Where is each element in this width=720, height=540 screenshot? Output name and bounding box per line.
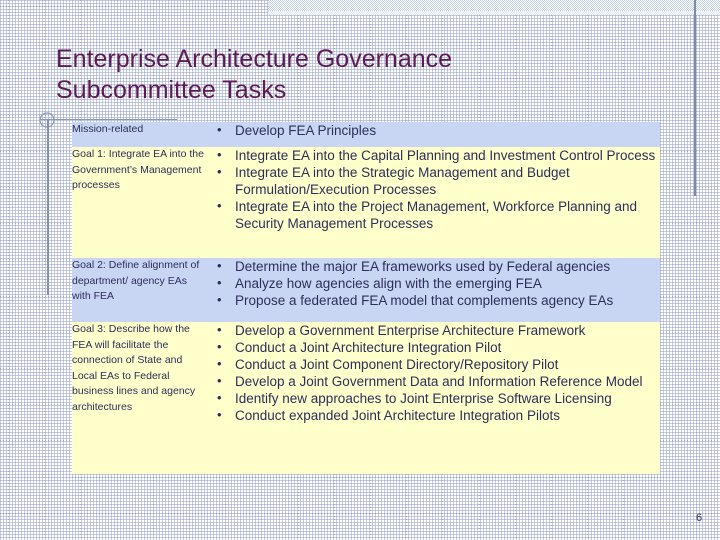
table-row: Goal 3: Describe how the FEA will facili… [72,321,660,474]
table-row: Goal 2: Define alignment of department/ … [72,257,660,322]
list-item: Integrate EA into the Strategic Manageme… [207,163,660,198]
tasks-table: Mission-relatedDevelop FEA PrinciplesGoa… [72,121,660,474]
table-row: Mission-relatedDevelop FEA Principles [72,121,660,147]
grid-line-horizontal [0,513,720,514]
left-vertical-rule [47,120,49,295]
page-title: Enterprise Architecture Governance Subco… [56,45,453,104]
row-label-cell: Mission-related [72,122,207,147]
row-bullets-cell: Develop FEA Principles [207,121,660,147]
list-item: Propose a federated FEA model that compl… [207,291,660,309]
list-item: Conduct a Joint Component Directory/Repo… [207,355,660,373]
row-bullets-cell: Integrate EA into the Capital Planning a… [207,146,660,258]
row-label-cell: Goal 1: Integrate EA into the Government… [72,147,207,258]
table-row: Goal 1: Integrate EA into the Government… [72,146,660,258]
top-decorative-band-fade [268,11,720,15]
list-item: Conduct expanded Joint Architecture Inte… [207,406,660,424]
row-label-cell: Goal 3: Describe how the FEA will facili… [72,322,207,474]
top-decorative-band [268,0,720,11]
grid-line-vertical [44,0,45,540]
list-item: Determine the major EA frameworks used b… [207,257,660,275]
list-item: Develop a Joint Government Data and Info… [207,372,660,390]
grid-line-horizontal [0,477,720,478]
tasks-table-body: Mission-relatedDevelop FEA PrinciplesGoa… [72,121,660,474]
bullet-list: Develop a Government Enterprise Architec… [207,321,660,424]
grid-line-vertical [8,0,9,540]
row-bullets-cell: Determine the major EA frameworks used b… [207,257,660,322]
right-vertical-rule [694,0,696,196]
page-number: 6 [696,512,703,524]
bullet-list: Determine the major EA frameworks used b… [207,257,660,309]
list-item: Integrate EA into the Project Management… [207,197,660,232]
list-item: Conduct a Joint Architecture Integration… [207,338,660,356]
grid-line-vertical [696,0,697,540]
list-item: Develop a Government Enterprise Architec… [207,321,660,339]
row-bullets-cell: Develop a Government Enterprise Architec… [207,321,660,474]
list-item: Integrate EA into the Capital Planning a… [207,146,660,164]
row-label-cell: Goal 2: Define alignment of department/ … [72,258,207,322]
grid-line-horizontal [0,42,720,43]
bullet-list: Integrate EA into the Capital Planning a… [207,146,660,232]
bullet-list: Develop FEA Principles [207,121,660,139]
title-underline-rule [40,119,177,120]
grid-line-horizontal [0,115,720,116]
grid-line-vertical [660,0,661,540]
slide-canvas: Enterprise Architecture Governance Subco… [0,0,720,540]
list-item: Develop FEA Principles [207,121,660,139]
list-item: Identify new approaches to Joint Enterpr… [207,389,660,407]
list-item: Analyze how agencies align with the emer… [207,274,660,292]
